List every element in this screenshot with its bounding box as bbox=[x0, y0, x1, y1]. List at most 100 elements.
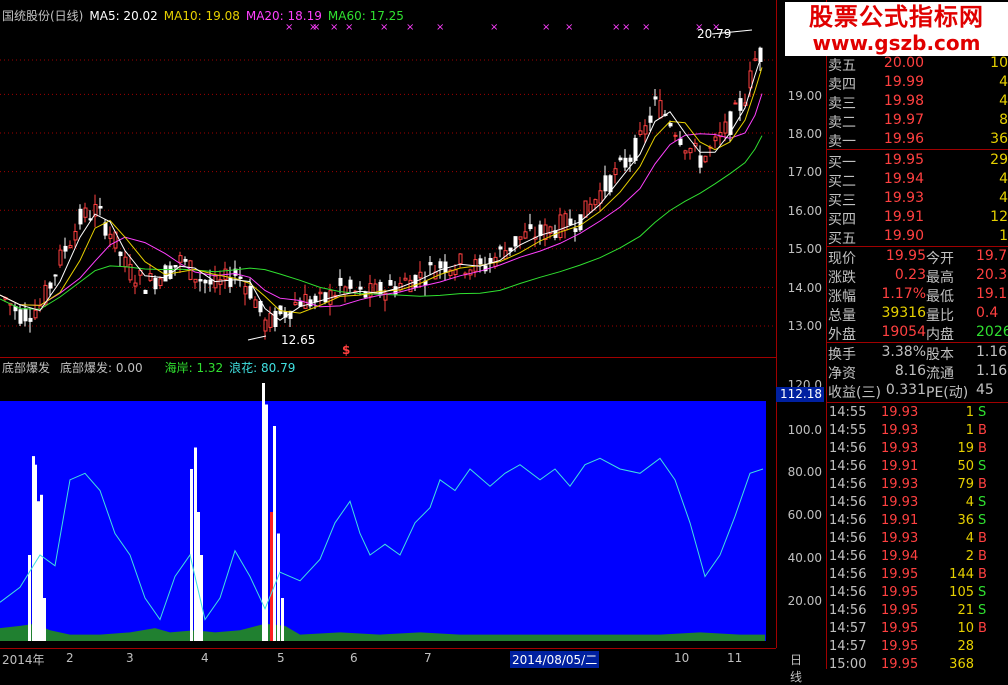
date-label: 2 bbox=[66, 651, 74, 665]
price-tick: 18.00 bbox=[787, 127, 822, 141]
candle-body bbox=[518, 236, 523, 240]
tick-time: 14:55 bbox=[829, 423, 867, 438]
candle-body bbox=[53, 274, 58, 277]
candle-body bbox=[438, 261, 443, 269]
indicator-tick: 20.00 bbox=[787, 594, 822, 608]
indicator-name: 底部爆发 bbox=[2, 361, 51, 375]
date-label: 6 bbox=[350, 651, 358, 665]
stat-row: 总量 39316 量比 0.4 bbox=[826, 305, 1008, 324]
bid-row[interactable]: 买一 19.95 29 bbox=[826, 152, 1008, 171]
bid-row[interactable]: 买四 19.91 12 bbox=[826, 209, 1008, 228]
tick-row: 14:56 19.95 21 S bbox=[826, 603, 1008, 621]
candle-body bbox=[98, 205, 103, 209]
candle-body bbox=[683, 150, 688, 154]
candle-body bbox=[623, 157, 628, 168]
burst-bar bbox=[43, 598, 46, 641]
watermark-line2: www.gszb.com bbox=[812, 31, 981, 55]
price-tick: 14.00 bbox=[787, 281, 822, 295]
candle-body bbox=[528, 224, 533, 230]
candle-body bbox=[83, 207, 88, 218]
bid-row[interactable]: 买五 19.90 1 bbox=[826, 228, 1008, 247]
ask-label: 卖四 bbox=[828, 77, 856, 93]
candle-body bbox=[323, 292, 328, 303]
tick-row: 14:57 19.95 10 B bbox=[826, 621, 1008, 639]
tick-row: 14:56 19.93 79 B bbox=[826, 477, 1008, 495]
candle-body bbox=[588, 203, 593, 213]
candle-body bbox=[388, 280, 393, 286]
bid-volume: 4 bbox=[999, 190, 1008, 206]
burst-bar bbox=[37, 501, 40, 641]
candle-body bbox=[558, 214, 563, 239]
quote-panel[interactable]: 卖五 20.00 10 卖四 19.99 4 卖三 19.98 4 卖二 19.97 8 卖一 19.96… bbox=[826, 0, 1008, 672]
ask-label: 卖二 bbox=[828, 115, 856, 131]
signal-x-marker: × bbox=[490, 22, 498, 33]
stat-value: 0.4 bbox=[976, 305, 999, 321]
ask-row[interactable]: 卖五 20.00 10 bbox=[826, 55, 1008, 74]
stat-value: 39316 bbox=[881, 305, 926, 321]
stat-label: 内盘 bbox=[926, 327, 954, 343]
candle-body bbox=[103, 222, 108, 236]
candle-body bbox=[153, 277, 158, 290]
candle-body bbox=[208, 279, 213, 285]
langhua-label: 浪花: 80.79 bbox=[229, 361, 296, 375]
signal-x-marker: × bbox=[542, 22, 550, 33]
ask-row[interactable]: 卖四 19.99 4 bbox=[826, 74, 1008, 93]
tick-time: 14:56 bbox=[829, 477, 867, 492]
price-low-label: 12.65 bbox=[281, 333, 316, 347]
tick-price: 19.93 bbox=[881, 441, 919, 456]
stat-label: 净资 bbox=[828, 366, 856, 382]
low-pointer bbox=[247, 335, 267, 341]
indicator-value: 底部爆发: 0.00 bbox=[60, 361, 143, 375]
ask-volume: 4 bbox=[999, 74, 1008, 90]
bid-row[interactable]: 买二 19.94 4 bbox=[826, 171, 1008, 190]
ask-row[interactable]: 卖三 19.98 4 bbox=[826, 93, 1008, 112]
candle-body bbox=[243, 286, 248, 295]
burst-bar bbox=[40, 494, 43, 641]
candle-body bbox=[358, 286, 363, 290]
watermark-line1: 股票公式指标网 bbox=[809, 3, 984, 31]
ask-row[interactable]: 卖二 19.97 8 bbox=[826, 112, 1008, 131]
price-panel[interactable]: × × × × × × × × × × × × × × × × 国统股份(日线) MA5: 20.02 MA10:… bbox=[0, 0, 776, 358]
ma5-label: MA5: 20.02 bbox=[89, 9, 158, 23]
bid-price: 19.90 bbox=[883, 228, 924, 244]
bid-row[interactable]: 买三 19.93 4 bbox=[826, 190, 1008, 209]
date-label: 7 bbox=[424, 651, 432, 665]
tick-price: 19.95 bbox=[881, 639, 919, 654]
tick-row: 14:57 19.95 28 bbox=[826, 639, 1008, 657]
ask-row[interactable]: 卖一 19.96 36 bbox=[826, 131, 1008, 150]
stat-label: 涨跌 bbox=[828, 270, 856, 286]
tick-price: 19.94 bbox=[881, 549, 919, 564]
tick-time: 14:57 bbox=[829, 639, 867, 654]
candle-body bbox=[478, 258, 483, 265]
tick-side: S bbox=[978, 513, 987, 528]
cursor-date-label: 2014/08/05/二 bbox=[510, 651, 600, 668]
price-tick: 13.00 bbox=[787, 319, 822, 333]
candle-body bbox=[273, 310, 278, 328]
candle-body bbox=[538, 224, 543, 237]
ask-price: 19.96 bbox=[883, 131, 924, 147]
candle-body bbox=[118, 251, 123, 257]
candle-body bbox=[343, 286, 348, 295]
indicator-panel[interactable]: 底部爆发 底部爆发: 0.00 海岸: 1.32 浪花: 80.79 bbox=[0, 358, 776, 648]
candle-body bbox=[28, 317, 33, 322]
tick-price: 19.95 bbox=[881, 657, 919, 672]
candle-body bbox=[348, 279, 353, 289]
price-tick: 15.00 bbox=[787, 242, 822, 256]
candle-body bbox=[723, 121, 728, 134]
stat-value: 2026 bbox=[976, 324, 1008, 340]
ask-volume: 4 bbox=[999, 93, 1008, 109]
ask-label: 卖三 bbox=[828, 96, 856, 112]
date-label: 4 bbox=[201, 651, 209, 665]
chart-area[interactable]: × × × × × × × × × × × × × × × × 国统股份(日线) MA5: 20.02 MA10:… bbox=[0, 0, 802, 684]
candle-body bbox=[203, 279, 208, 284]
period-label[interactable]: 日线 bbox=[790, 651, 802, 685]
bid-volume: 4 bbox=[999, 171, 1008, 187]
candle-body bbox=[218, 279, 223, 285]
candlesticks bbox=[3, 46, 763, 340]
tick-price: 19.95 bbox=[881, 567, 919, 582]
ma5-line bbox=[0, 53, 763, 321]
candle-body bbox=[643, 125, 648, 135]
stat-row: 涨幅 1.17% 最低 19.1 bbox=[826, 286, 1008, 305]
stat-row: 现价 19.95 今开 19.7 bbox=[826, 248, 1008, 267]
tick-volume: 10 bbox=[957, 621, 974, 636]
